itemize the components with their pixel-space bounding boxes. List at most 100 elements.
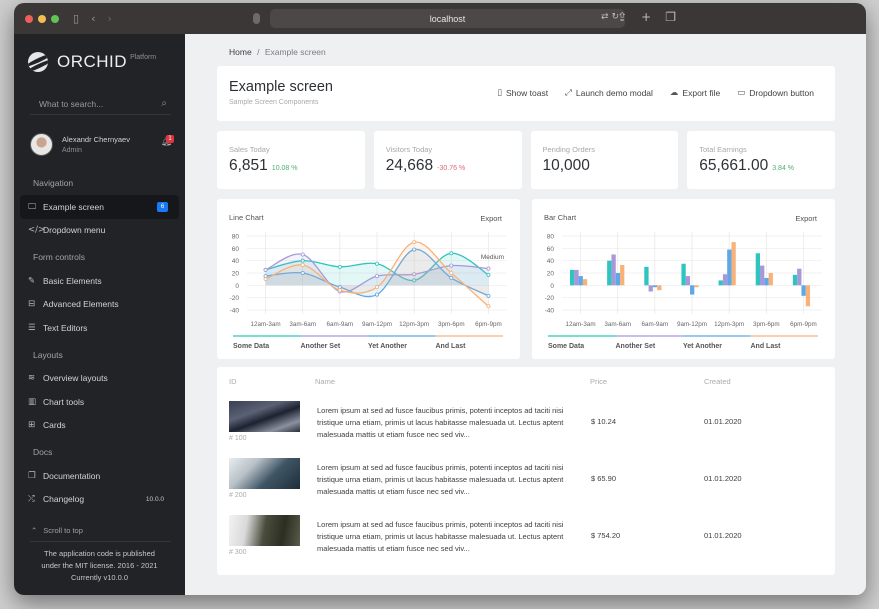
- data-point[interactable]: [263, 267, 268, 272]
- breadcrumb-home[interactable]: Home: [229, 47, 252, 57]
- bar[interactable]: [755, 253, 761, 286]
- bar[interactable]: [681, 263, 686, 286]
- legend-item[interactable]: And Last: [751, 343, 782, 350]
- sidebar-item-basic-elements[interactable]: ✎ Basic Elements: [20, 269, 179, 293]
- sidebar-item-advanced-elements[interactable]: ⊟ Advanced Elements: [20, 293, 179, 317]
- bar[interactable]: [760, 265, 765, 286]
- bar[interactable]: [792, 274, 798, 286]
- sidebar-item-example-screen[interactable]: 🖵 Example screen 6: [20, 195, 179, 219]
- export-file-button[interactable]: ☁ Export file: [670, 88, 720, 98]
- minimize-window-button[interactable]: [38, 14, 46, 23]
- scroll-to-top-button[interactable]: ⌃ Scroll to top: [30, 520, 171, 542]
- new-tab-icon[interactable]: +: [641, 10, 651, 24]
- forward-icon[interactable]: ›: [107, 12, 111, 25]
- data-point[interactable]: [486, 304, 491, 309]
- sidebar-item-text-editors[interactable]: ☰ Text Editors: [20, 316, 179, 340]
- search-icon[interactable]: ⌕: [161, 98, 167, 109]
- bar[interactable]: [611, 254, 616, 286]
- bar[interactable]: [570, 269, 575, 286]
- data-point[interactable]: [374, 292, 379, 297]
- sidebar: ORCHID Platform ⌕ Alexandr Chernyaev Adm…: [14, 34, 185, 595]
- data-point[interactable]: [263, 277, 268, 282]
- sidebar-item-changelog[interactable]: ⤮ Changelog 10.0.0: [20, 488, 179, 512]
- maximize-window-button[interactable]: [51, 14, 59, 23]
- bar[interactable]: [690, 285, 695, 295]
- legend-item[interactable]: Yet Another: [368, 343, 407, 350]
- data-point[interactable]: [374, 285, 379, 290]
- bar[interactable]: [727, 249, 732, 286]
- column-header-name[interactable]: Name: [315, 377, 335, 386]
- show-toast-button[interactable]: ▯ Show toast: [497, 88, 548, 98]
- x-tick-label: 12pm-3pm: [399, 321, 429, 328]
- logo[interactable]: ORCHID Platform: [28, 52, 156, 72]
- notifications-button[interactable]: 🔔︎ 1: [161, 135, 174, 147]
- data-point[interactable]: [337, 288, 342, 293]
- sidebar-item-overview-layouts[interactable]: ≋ Overview layouts: [20, 367, 179, 391]
- sidebar-item-documentation[interactable]: ❐ Documentation: [20, 464, 179, 488]
- close-window-button[interactable]: [25, 14, 33, 23]
- bar[interactable]: [607, 260, 612, 286]
- avatar[interactable]: [30, 132, 53, 156]
- translate-icon[interactable]: ⇄: [601, 12, 609, 22]
- data-point[interactable]: [300, 252, 305, 257]
- search-input[interactable]: [39, 98, 149, 109]
- column-header-created[interactable]: Created: [704, 377, 731, 386]
- launch-demo-modal-button[interactable]: ⤢ Launch demo modal: [565, 88, 653, 98]
- data-point[interactable]: [449, 251, 454, 256]
- page-subtitle: Sample Screen Components: [229, 99, 319, 106]
- data-point[interactable]: [412, 240, 417, 245]
- sidebar-item-label: Dropdown menu: [43, 225, 106, 236]
- table-row[interactable]: # 200 Lorem ipsum at sed ad fusce faucibu…: [217, 458, 835, 515]
- bar[interactable]: [731, 242, 736, 286]
- bar[interactable]: [685, 276, 691, 286]
- sidebar-item-chart-tools[interactable]: ▥ Chart tools: [20, 390, 179, 414]
- data-point[interactable]: [337, 264, 342, 269]
- bar[interactable]: [648, 285, 653, 292]
- bar[interactable]: [615, 273, 621, 286]
- back-icon[interactable]: ‹: [91, 12, 95, 25]
- action-label: Show toast: [506, 88, 549, 98]
- data-point[interactable]: [449, 271, 454, 276]
- sidebar-item-dropdown-menu[interactable]: </> Dropdown menu: [20, 219, 179, 243]
- bar[interactable]: [805, 285, 811, 307]
- legend-item[interactable]: And Last: [436, 343, 467, 350]
- bar[interactable]: [644, 266, 649, 286]
- data-point[interactable]: [374, 274, 379, 279]
- sidebar-toggle-icon[interactable]: ▯: [73, 12, 79, 25]
- data-point[interactable]: [374, 261, 379, 266]
- bar[interactable]: [764, 277, 769, 286]
- bar[interactable]: [657, 285, 662, 291]
- data-point[interactable]: [449, 263, 454, 268]
- data-point[interactable]: [300, 262, 305, 267]
- bar[interactable]: [718, 280, 723, 286]
- bar[interactable]: [582, 279, 588, 286]
- dropdown-button-button[interactable]: ▭ Dropdown button: [737, 88, 814, 98]
- table-row[interactable]: # 100 Lorem ipsum at sed ad fusce faucibu…: [217, 401, 835, 458]
- sidebar-item-cards[interactable]: ⊞ Cards: [20, 414, 179, 438]
- legend-item[interactable]: Yet Another: [683, 343, 722, 350]
- legend-item[interactable]: Some Data: [548, 343, 584, 350]
- address-bar[interactable]: localhost ⇄ ↻: [270, 9, 625, 28]
- bar[interactable]: [578, 276, 583, 286]
- column-header-id[interactable]: ID: [229, 377, 237, 386]
- bar[interactable]: [768, 273, 773, 286]
- bar[interactable]: [797, 268, 802, 286]
- action-label: Launch demo modal: [575, 88, 653, 98]
- bar[interactable]: [652, 285, 658, 288]
- bar[interactable]: [620, 264, 625, 286]
- data-point[interactable]: [486, 266, 491, 271]
- legend-item[interactable]: Another Set: [301, 343, 341, 350]
- share-icon[interactable]: ⇪: [617, 10, 627, 24]
- user-profile[interactable]: Alexandr Chernyaev Admin 🔔︎ 1: [30, 130, 174, 158]
- bar[interactable]: [694, 285, 699, 288]
- bar[interactable]: [722, 274, 728, 286]
- legend-item[interactable]: Some Data: [233, 343, 269, 350]
- stat-value: 10,000: [542, 157, 590, 174]
- column-header-price[interactable]: Price: [590, 377, 607, 386]
- stat-card: Total Earnings 65,661.00 3.84 %: [687, 131, 835, 189]
- legend-item[interactable]: Another Set: [616, 343, 656, 350]
- bar[interactable]: [801, 285, 806, 296]
- bar[interactable]: [574, 269, 579, 286]
- tab-overview-icon[interactable]: ❐: [665, 10, 676, 24]
- table-row[interactable]: # 300 Lorem ipsum at sed ad fusce faucibu…: [217, 515, 835, 572]
